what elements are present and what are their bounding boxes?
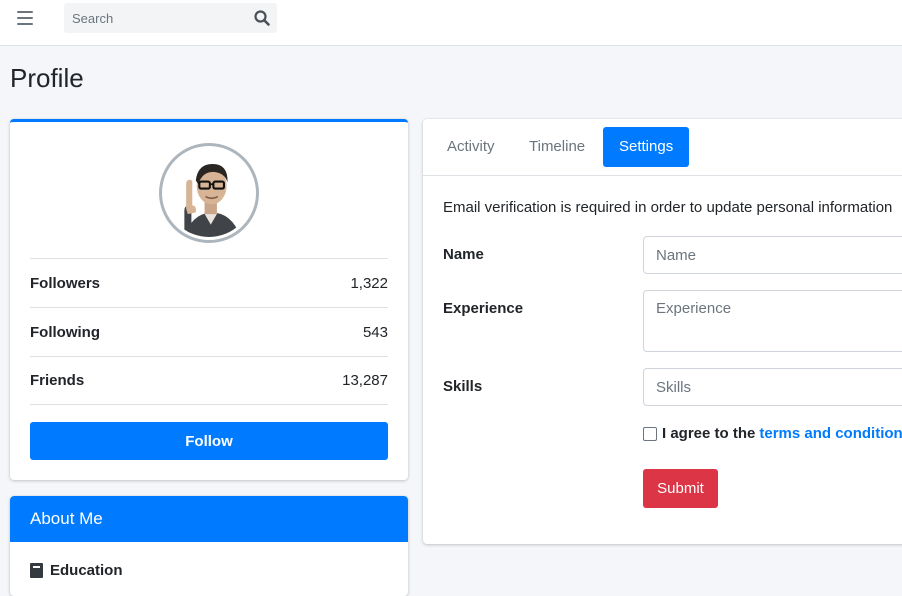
stat-value: 1,322	[350, 274, 388, 292]
stat-following: Following 543	[30, 307, 388, 356]
settings-card: Activity Timeline Settings Email verific…	[423, 119, 902, 544]
tab-settings[interactable]: Settings	[603, 127, 690, 167]
tab-activity[interactable]: Activity	[431, 127, 511, 167]
stat-followers: Followers 1,322	[30, 258, 388, 307]
experience-textarea[interactable]	[643, 290, 902, 352]
follow-button[interactable]: Follow	[30, 422, 388, 460]
experience-label: Experience	[443, 300, 524, 317]
search-button[interactable]	[253, 9, 271, 27]
terms-link[interactable]: terms and conditions	[759, 425, 902, 442]
name-input[interactable]	[643, 236, 902, 274]
stat-label: Following	[30, 323, 100, 341]
search-icon	[254, 10, 270, 26]
terms-checkbox[interactable]	[643, 426, 657, 441]
submit-button[interactable]: Submit	[643, 469, 718, 508]
education-label: Education	[50, 562, 123, 579]
tab-bar: Activity Timeline Settings	[423, 119, 902, 176]
search-box	[64, 3, 277, 33]
stat-label: Followers	[30, 274, 101, 292]
top-navbar	[0, 0, 902, 46]
book-icon	[30, 563, 43, 578]
stat-value: 13,287	[342, 372, 388, 389]
about-me-title: About Me	[10, 496, 408, 542]
name-label: Name	[443, 246, 484, 263]
education-heading: Education	[30, 562, 123, 579]
skills-label: Skills	[443, 378, 483, 395]
stat-label: Friends	[30, 372, 85, 389]
about-me-card: About Me Education	[10, 496, 408, 596]
search-input[interactable]	[64, 3, 244, 33]
profile-card: Followers 1,322 Following 543 Friends 13…	[10, 119, 408, 480]
avatar	[159, 143, 259, 243]
user-avatar-image	[165, 149, 253, 237]
stats-list: Followers 1,322 Following 543 Friends 13…	[30, 258, 388, 405]
hamburger-icon[interactable]	[17, 11, 33, 25]
stat-friends: Friends 13,287	[30, 356, 388, 405]
stat-value: 543	[362, 323, 388, 341]
terms-agreement: I agree to the terms and conditions	[643, 425, 902, 442]
skills-input[interactable]	[643, 368, 902, 406]
verification-notice: Email verification is required in order …	[443, 199, 893, 216]
agree-text: I agree to the	[662, 425, 756, 442]
page-title: Profile	[10, 63, 84, 93]
tab-timeline[interactable]: Timeline	[513, 127, 601, 167]
